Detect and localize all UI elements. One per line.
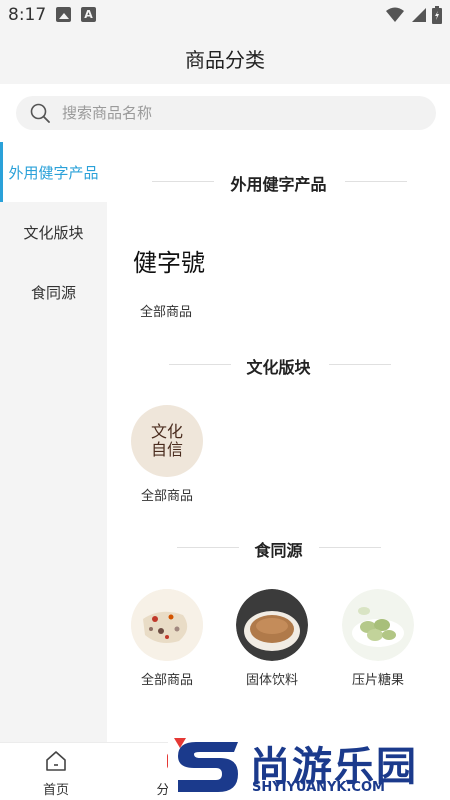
- notification-icons: A: [56, 7, 96, 22]
- sidebar-item-label: 文化版块: [23, 223, 84, 242]
- search-bar: [0, 84, 450, 142]
- battery-icon: [432, 6, 442, 24]
- section-title: 外用健字产品: [230, 175, 327, 194]
- category-item-label: 全部商品: [140, 673, 193, 688]
- section-title: 食同源: [254, 541, 303, 560]
- sidebar-item-food[interactable]: 食同源: [0, 262, 107, 322]
- category-item[interactable]: 固体饮料: [227, 589, 317, 688]
- culture-confidence-image: 文化自信: [131, 405, 203, 477]
- divider-line: [329, 364, 391, 365]
- page-title: 商品分类: [185, 48, 265, 72]
- site-watermark-logo: 尚游乐园 SHYIYUANYK.COM: [168, 732, 450, 800]
- tab-home[interactable]: 首页: [26, 749, 86, 798]
- system-icons: [386, 6, 442, 24]
- divider-line: [345, 181, 407, 182]
- sidebar-item-label: 食同源: [30, 283, 76, 302]
- status-time: 8:17: [8, 5, 47, 25]
- search-box[interactable]: [16, 96, 436, 130]
- category-item[interactable]: 全部商品: [122, 589, 212, 688]
- category-item-label: 全部商品: [140, 489, 193, 504]
- brand-logo-text[interactable]: 健字號: [133, 243, 205, 278]
- category-content: 外用健字产品 健字號 全部商品 文化版块 文化自信 全部商品 食同源 全部商品 …: [107, 142, 450, 742]
- s-logo-icon: [174, 738, 238, 792]
- sidebar-item-culture[interactable]: 文化版块: [0, 202, 107, 262]
- category-item-label: 压片糖果: [351, 673, 404, 688]
- section-title: 文化版块: [246, 358, 311, 377]
- image-calligraphy-text: 文化自信: [150, 422, 183, 459]
- divider-line: [319, 547, 381, 548]
- search-icon: [30, 103, 50, 123]
- status-bar: 8:17 A: [0, 0, 450, 30]
- category-sidebar: 外用健字产品 文化版块 食同源: [0, 142, 107, 742]
- category-item[interactable]: 文化自信 全部商品: [122, 405, 212, 504]
- category-item-label[interactable]: 全部商品: [140, 301, 192, 320]
- search-input[interactable]: [62, 96, 422, 130]
- image-notification-icon: [56, 7, 71, 22]
- signal-icon: [412, 8, 426, 22]
- header: 商品分类: [0, 30, 450, 84]
- sidebar-item-label: 外用健字产品: [8, 163, 99, 182]
- category-item-label: 固体饮料: [245, 673, 298, 688]
- grain-drink-image: [236, 589, 308, 661]
- herbs-image: [131, 589, 203, 661]
- home-icon: [46, 751, 66, 771]
- category-item[interactable]: 压片糖果: [333, 589, 423, 688]
- app-notification-icon: A: [81, 7, 96, 22]
- wifi-icon: [386, 7, 404, 22]
- watermark-en-text: SHYIYUANYK.COM: [252, 780, 385, 795]
- sidebar-item-external-health[interactable]: 外用健字产品: [0, 142, 107, 202]
- candy-tablets-image: [342, 589, 414, 661]
- tab-label: 首页: [42, 783, 69, 798]
